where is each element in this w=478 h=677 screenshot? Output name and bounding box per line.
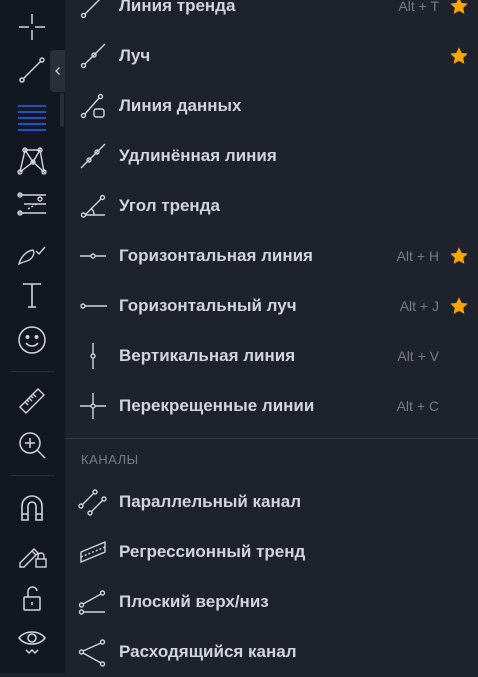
menu-item-horizontal-line[interactable]: Горизонтальная линия Alt + H [65,231,478,281]
vertical-line-icon [77,340,109,372]
hotkey-label: Alt + H [396,248,439,264]
menu-item-cross-line[interactable]: Перекрещенные линии Alt + C [65,381,478,431]
line-tools-menu: Линия тренда Alt + T Луч Линия данных Уд… [65,0,478,673]
text-icon[interactable] [14,277,50,313]
menu-item-label: Перекрещенные линии [119,396,315,415]
menu-item-label: Параллельный канал [119,492,302,511]
menu-item-label: Угол тренда [119,196,220,215]
menu-item-flat-top-bottom[interactable]: Плоский верх/низ [65,577,478,627]
hotkey-label: Alt + J [399,298,439,314]
menu-item-extended-line[interactable]: Удлинённая линия [65,131,478,181]
trend-angle-icon [77,190,109,222]
star-icon[interactable] [448,245,470,267]
star-icon[interactable] [448,0,470,17]
menu-item-label: Горизонтальная линия [119,246,313,265]
menu-item-label: Расходящийся канал [119,642,297,661]
collapse-menu-button[interactable] [50,50,66,92]
menu-item-parallel-channel[interactable]: Параллельный канал [65,477,478,527]
zoom-in-icon[interactable] [14,427,50,463]
menu-item-horizontal-ray[interactable]: Горизонтальный луч Alt + J [65,281,478,331]
menu-item-label: Вертикальная линия [119,346,296,365]
trend-line-icon[interactable] [14,52,50,88]
menu-item-label: Горизонтальный луч [119,296,297,315]
crosshair-icon[interactable] [14,9,50,45]
hotkey-label: Alt + V [397,348,439,364]
menu-item-trend-angle[interactable]: Угол тренда [65,181,478,231]
brush-icon[interactable] [14,235,50,271]
cross-line-icon [77,390,109,422]
menu-item-label: Удлинённая линия [119,146,277,165]
horizontal-ray-icon [77,290,109,322]
emoji-icon[interactable] [14,322,50,358]
menu-item-vertical-line[interactable]: Вертикальная линия Alt + V [65,331,478,381]
menu-item-label: Линия данных [119,96,242,115]
active-tool-indicator [60,93,64,127]
eye-icon[interactable] [14,622,50,658]
horizontal-line-icon [77,240,109,272]
star-icon[interactable] [448,295,470,317]
menu-item-info-line[interactable]: Линия данных [65,81,478,131]
fib-retracement-icon[interactable] [14,98,50,134]
menu-item-label: Плоский верх/низ [119,592,269,611]
disjoint-channel-icon [77,636,109,668]
star-icon[interactable] [448,45,470,67]
menu-item-label: Линия тренда [119,0,236,15]
hotkey-label: Alt + T [398,0,439,14]
menu-item-label: Луч [119,46,151,65]
regression-trend-icon [77,536,109,568]
magnet-icon[interactable] [14,490,50,526]
ruler-icon[interactable] [14,383,50,419]
unlock-icon[interactable] [14,580,50,616]
menu-item-ray[interactable]: Луч [65,31,478,81]
menu-item-regression-trend[interactable]: Регрессионный тренд [65,527,478,577]
trend-line-icon [77,0,109,22]
prediction-icon[interactable] [14,187,50,223]
menu-item-trend-line[interactable]: Линия тренда Alt + T [65,0,478,31]
menu-item-disjoint-channel[interactable]: Расходящийся канал [65,627,478,677]
xabcd-pattern-icon[interactable] [14,142,50,178]
ray-icon [77,40,109,72]
menu-item-label: Регрессионный тренд [119,542,306,561]
toolbar-separator [10,371,55,372]
menu-divider [65,438,478,439]
section-header-channels: КАНАЛЫ [81,452,139,467]
toolbar-separator [10,475,55,476]
left-toolbar [0,0,66,673]
extended-line-icon [77,140,109,172]
parallel-channel-icon [77,486,109,518]
info-line-icon [77,90,109,122]
hotkey-label: Alt + C [396,398,439,414]
lock-drawing-icon[interactable] [14,535,50,571]
flat-top-bottom-icon [77,586,109,618]
